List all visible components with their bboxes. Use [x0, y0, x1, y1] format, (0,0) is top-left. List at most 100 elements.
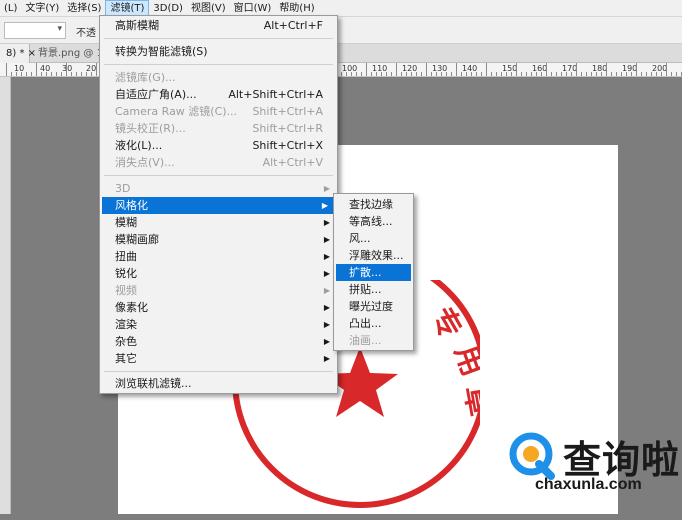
ruler-tick	[351, 72, 352, 76]
ruler-tick	[491, 72, 492, 76]
menu-item-blur-gallery[interactable]: 模糊画廊 ▶	[100, 231, 337, 248]
menu-item-liquify[interactable]: 液化(L)... Shift+Ctrl+X	[100, 137, 337, 154]
ruler-tick	[436, 72, 437, 76]
ruler-tick	[96, 63, 97, 76]
submenu-item-extrude[interactable]: 凸出...	[336, 315, 411, 332]
ruler-tick	[581, 72, 582, 76]
ruler-label: 190	[622, 64, 638, 73]
ruler-tick	[21, 72, 22, 76]
menu-item-distort[interactable]: 扭曲 ▶	[100, 248, 337, 265]
menu-item-stylize[interactable]: 风格化 ▶	[102, 197, 335, 214]
stylize-submenu: 查找边缘 等高线... 风... 浮雕效果... 扩散... 拼贴... 曝光过…	[333, 193, 414, 351]
menu-item-sharpen[interactable]: 锐化 ▶	[100, 265, 337, 282]
submenu-item-emboss[interactable]: 浮雕效果...	[336, 247, 411, 264]
submenu-arrow-icon: ▶	[323, 303, 330, 312]
document-tab-active[interactable]: 8) * ×	[0, 44, 36, 63]
ruler-tick	[546, 63, 547, 76]
menu-item-gaussian-blur[interactable]: 高斯模糊 Alt+Ctrl+F	[100, 17, 337, 34]
ruler-label: 110	[372, 64, 388, 73]
ruler-label: 160	[532, 64, 548, 73]
submenu-arrow-icon: ▶	[321, 201, 328, 210]
ruler-tick	[36, 63, 37, 76]
ruler-label: 120	[402, 64, 418, 73]
ruler-tick	[496, 72, 497, 76]
ruler-label: 150	[502, 64, 518, 73]
ruler-tick	[411, 72, 412, 76]
ruler-tick	[601, 72, 602, 76]
ruler-tick	[401, 72, 402, 76]
ruler-tick	[566, 72, 567, 76]
ruler-tick	[371, 72, 372, 76]
ruler-tick	[456, 63, 457, 76]
ruler-label: 100	[342, 64, 358, 73]
watermark: 查询啦 chaxunla.com	[503, 428, 679, 496]
ruler-tick	[621, 72, 622, 76]
ruler-tick	[26, 72, 27, 76]
ruler-tick	[446, 72, 447, 76]
submenu-arrow-icon: ▶	[323, 252, 330, 261]
ruler-tick	[366, 63, 367, 76]
menu-item-adaptive-wide-angle[interactable]: 自适应广角(A)... Alt+Shift+Ctrl+A	[100, 86, 337, 103]
menu-type[interactable]: 文字(Y)	[21, 0, 63, 17]
ruler-label: 180	[592, 64, 608, 73]
menu-item-blur[interactable]: 模糊 ▶	[100, 214, 337, 231]
chevron-down-icon: ▾	[57, 24, 62, 34]
menu-item-render[interactable]: 渲染 ▶	[100, 316, 337, 333]
ruler-tick	[616, 72, 617, 76]
submenu-arrow-icon: ▶	[323, 337, 330, 346]
submenu-item-diffuse[interactable]: 扩散...	[336, 264, 411, 281]
menu-item-convert-smart-filter[interactable]: 转换为智能滤镜(S)	[100, 43, 337, 60]
seal-char: 用	[447, 341, 480, 381]
ruler-tick	[81, 72, 82, 76]
ruler-tick	[361, 72, 362, 76]
ruler-tick	[461, 72, 462, 76]
submenu-arrow-icon: ▶	[323, 184, 330, 193]
menu-separator	[104, 371, 333, 372]
ruler-tick	[671, 72, 672, 76]
ruler-tick	[31, 72, 32, 76]
ruler-tick	[641, 72, 642, 76]
ruler-tick	[346, 72, 347, 76]
ruler-tick	[451, 72, 452, 76]
ruler-tick	[381, 72, 382, 76]
submenu-item-contour[interactable]: 等高线...	[336, 213, 411, 230]
submenu-item-find-edges[interactable]: 查找边缘	[336, 196, 411, 213]
ruler-tick	[476, 72, 477, 76]
menu-layer[interactable]: (L)	[0, 0, 21, 17]
ruler-tick	[591, 72, 592, 76]
menu-item-other[interactable]: 其它 ▶	[100, 350, 337, 367]
submenu-arrow-icon: ▶	[323, 320, 330, 329]
menu-item-noise[interactable]: 杂色 ▶	[100, 333, 337, 350]
ruler-tick	[471, 72, 472, 76]
menu-item-filter-gallery: 滤镜库(G)...	[115, 71, 176, 84]
submenu-arrow-icon: ▶	[323, 218, 330, 227]
menu-item-lens-correction: 镜头校正(R)... Shift+Ctrl+R	[115, 122, 323, 135]
submenu-item-tiles[interactable]: 拼贴...	[336, 281, 411, 298]
ruler-tick	[431, 72, 432, 76]
watermark-logo-icon	[509, 432, 555, 480]
ruler-tick	[386, 72, 387, 76]
menu-item-browse-online-filters[interactable]: 浏览联机滤镜...	[100, 375, 337, 392]
ruler-tick	[611, 72, 612, 76]
ruler-tick	[486, 63, 487, 76]
ruler-tick	[521, 72, 522, 76]
ruler-tick	[56, 72, 57, 76]
ruler-tick	[576, 63, 577, 76]
ruler-tick	[391, 72, 392, 76]
ruler-tick	[406, 72, 407, 76]
menu-item-pixelate[interactable]: 像素化 ▶	[100, 299, 337, 316]
document-tab-background[interactable]: 背景.png @ 10	[32, 44, 104, 63]
ruler-tick	[76, 72, 77, 76]
ruler-tick	[531, 72, 532, 76]
ruler-tick	[86, 72, 87, 76]
ruler-tick	[596, 72, 597, 76]
ruler-tick	[71, 72, 72, 76]
watermark-url: chaxunla.com	[535, 476, 642, 493]
submenu-item-wind[interactable]: 风...	[336, 230, 411, 247]
vertical-ruler	[0, 77, 11, 514]
submenu-arrow-icon: ▶	[323, 286, 330, 295]
opacity-label: 不透	[76, 28, 96, 39]
ruler-tick	[536, 72, 537, 76]
submenu-item-solarize[interactable]: 曝光过度	[336, 298, 411, 315]
mode-dropdown[interactable]: ▾	[4, 22, 66, 39]
